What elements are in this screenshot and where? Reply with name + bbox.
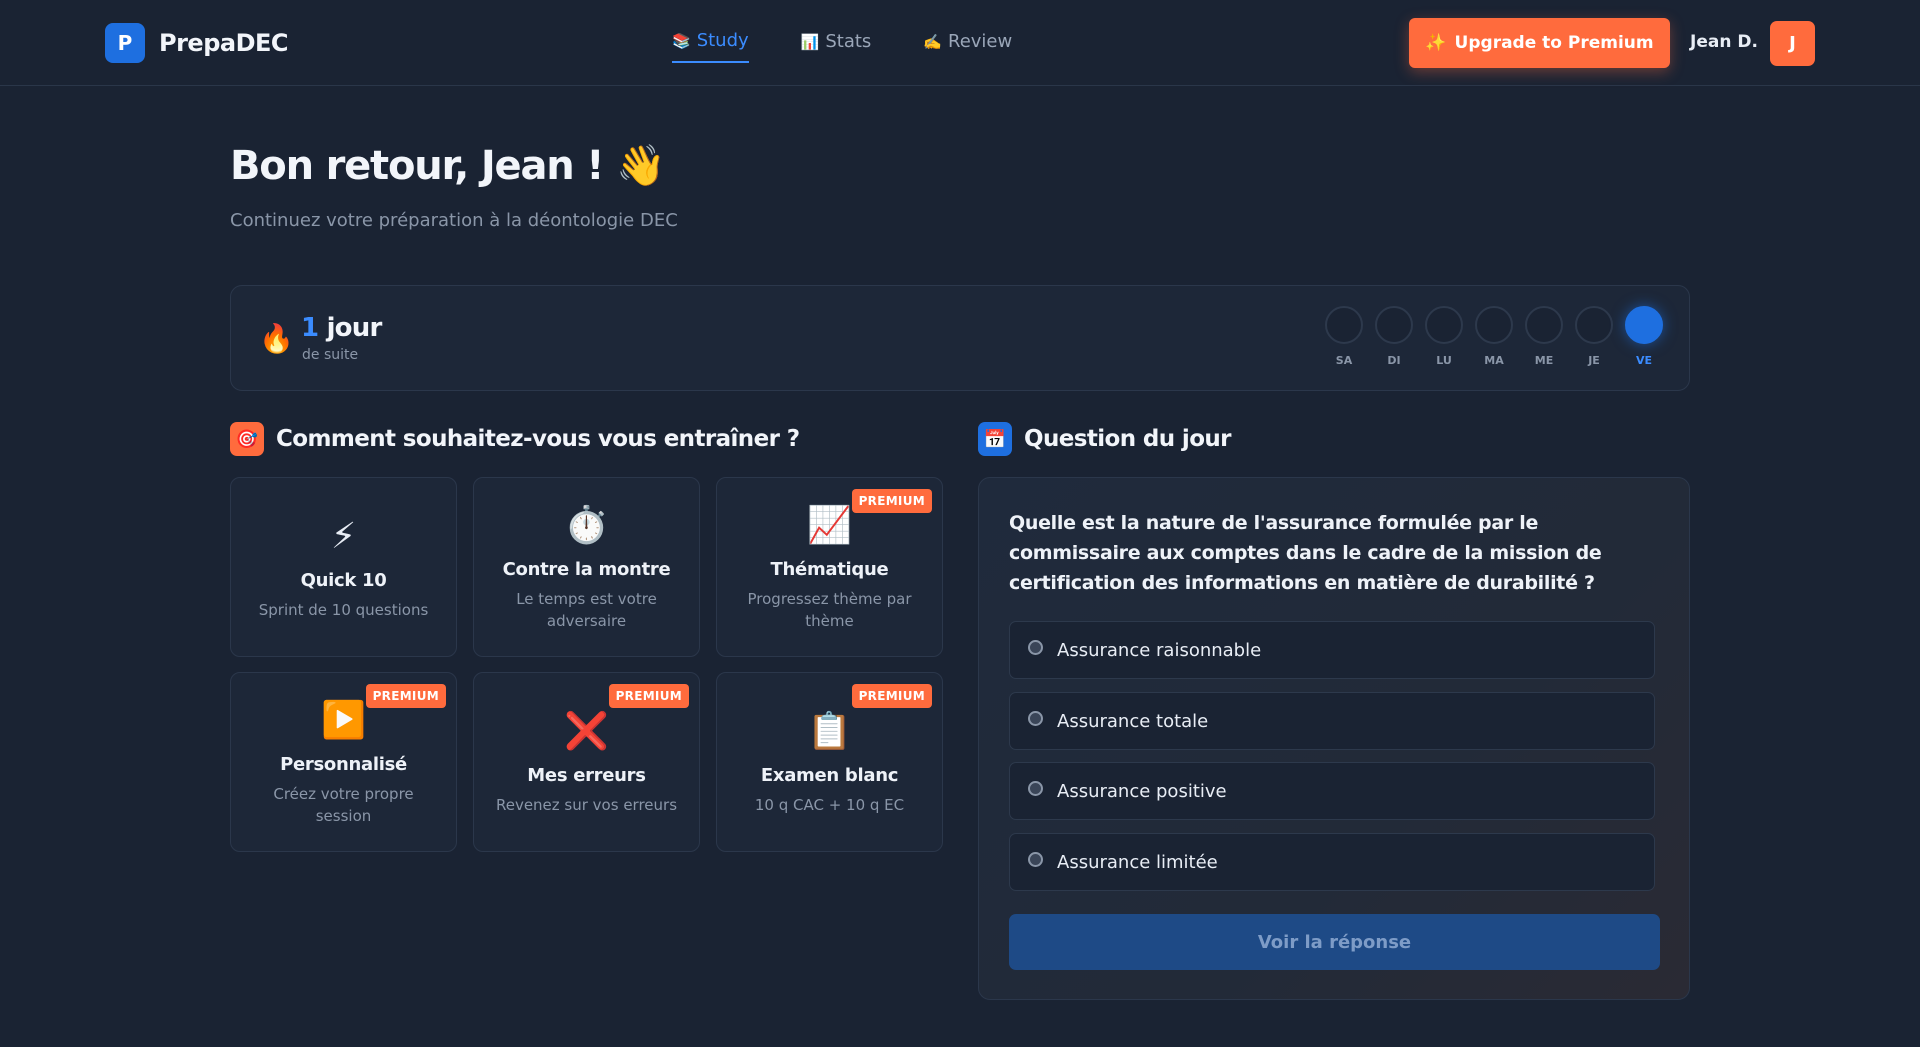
stopwatch-icon: ⏱️ [564,504,609,546]
bar-chart-icon: 📊 [800,32,820,51]
mode-description: Sprint de 10 questions [258,600,429,619]
nav-tab-label: Study [696,30,749,51]
day-label: SA [1335,354,1353,367]
premium-badge: PREMIUM [851,684,932,708]
nav-tab-study[interactable]: 📚 Study [672,30,749,63]
premium-badge: PREMIUM [851,489,932,513]
nav-tab-review[interactable]: ✍️ Review [923,30,1012,63]
question-section-header: 📅 Question du jour [978,422,1232,456]
brand[interactable]: P PrepaDEC [105,23,289,63]
answer-option[interactable]: Assurance totale [1009,692,1655,750]
nav-tab-label: Review [948,31,1013,52]
books-icon: 📚 [672,31,691,50]
play-icon: ▶️ [321,699,366,741]
question-text: Quelle est la nature de l'assurance form… [1009,512,1602,594]
day-label: JE [1588,354,1600,367]
day-wednesday: ME [1525,306,1563,367]
cross-mark-icon: ❌ [564,710,609,752]
premium-badge: PREMIUM [608,684,689,708]
answer-label: Assurance limitée [1057,852,1218,873]
day-dot [1525,306,1563,344]
mode-description: Le temps est votre adversaire [516,589,657,630]
upgrade-label: Upgrade to Premium [1454,33,1654,53]
day-label: VE [1635,354,1653,367]
training-section-header: 🎯 Comment souhaitez-vous vous entraîner … [230,422,800,456]
radio-button[interactable] [1028,852,1043,867]
day-dot [1325,306,1363,344]
day-monday: LU [1425,306,1463,367]
day-saturday: SA [1325,306,1363,367]
day-dot [1625,306,1663,344]
target-icon: 🎯 [230,422,264,456]
clipboard-icon: 📋 [807,710,852,752]
streak-number: 1 [301,313,319,343]
radio-button[interactable] [1028,640,1043,655]
page-subtitle: Continuez votre préparation à la déontol… [230,210,678,231]
mode-description: Créez votre propre session [273,784,414,825]
answer-option[interactable]: Assurance raisonnable [1009,621,1655,679]
brand-logo-icon: P [105,23,145,63]
day-thursday: JE [1575,306,1613,367]
mode-title: Thématique [770,558,889,580]
answer-label: Assurance positive [1057,781,1227,802]
streak-unit: jour [326,313,383,343]
mode-title: Mes erreurs [527,764,646,786]
top-bar: P PrepaDEC 📚 Study 📊 Stats ✍️ Review ✨ U… [0,0,1920,86]
mode-card-quick10[interactable]: ⚡ Quick 10 Sprint de 10 questions [230,477,457,657]
user-name[interactable]: Jean D. [1690,32,1758,52]
mode-description: Revenez sur vos erreurs [495,795,678,814]
day-label: MA [1484,354,1504,367]
lightning-icon: ⚡ [330,515,357,557]
nav-tab-stats[interactable]: 📊 Stats [801,30,872,63]
mode-card-thematique[interactable]: PREMIUM 📈 Thématique Progressez thème pa… [716,477,943,657]
premium-badge: PREMIUM [365,684,446,708]
radio-button[interactable] [1028,781,1043,796]
day-sunday: DI [1375,306,1413,367]
question-title: Question du jour [1024,426,1232,452]
main-nav: 📚 Study 📊 Stats ✍️ Review [672,30,1012,63]
mode-card-mes-erreurs[interactable]: PREMIUM ❌ Mes erreurs Revenez sur vos er… [473,672,700,852]
day-tuesday: MA [1475,306,1513,367]
answer-option[interactable]: Assurance positive [1009,762,1655,820]
answer-option[interactable]: Assurance limitée [1009,833,1655,891]
day-dot [1375,306,1413,344]
streak-subtitle: de suite [302,347,359,363]
mode-title: Quick 10 [300,569,387,591]
radio-button[interactable] [1028,711,1043,726]
answer-label: Assurance raisonnable [1057,640,1262,661]
upgrade-premium-button[interactable]: ✨ Upgrade to Premium [1409,18,1670,68]
mode-card-examen-blanc[interactable]: PREMIUM 📋 Examen blanc 10 q CAC + 10 q E… [716,672,943,852]
mode-card-contre-la-montre[interactable]: ⏱️ Contre la montre Le temps est votre a… [473,477,700,657]
mode-title: Personnalisé [280,753,407,775]
page-title: Bon retour, Jean ! 👋 [230,143,666,189]
day-friday-active: VE [1625,306,1663,367]
brand-name: PrepaDEC [159,29,289,57]
calendar-icon: 📅 [978,422,1012,456]
training-title: Comment souhaitez-vous vous entraîner ? [276,426,800,452]
day-dot [1475,306,1513,344]
mode-card-personnalise[interactable]: PREMIUM ▶️ Personnalisé Créez votre prop… [230,672,457,852]
writing-hand-icon: ✍️ [923,32,942,51]
mode-title: Examen blanc [760,764,899,786]
streak-card: 🔥 1 jour de suite SA DI LU MA ME JE VE [230,285,1690,391]
sparkles-icon: ✨ [1425,33,1447,53]
mode-title: Contre la montre [502,558,671,580]
chart-up-icon: 📈 [807,504,852,546]
day-label: DI [1387,354,1401,367]
answer-label: Assurance totale [1057,711,1209,732]
day-dot [1425,306,1463,344]
day-label: LU [1436,354,1452,367]
training-modes-grid: ⚡ Quick 10 Sprint de 10 questions ⏱️ Con… [230,477,943,852]
question-card: Quelle est la nature de l'assurance form… [978,477,1690,1000]
day-label: ME [1534,354,1554,367]
streak-count: 1 jour [301,313,383,343]
mode-description: Progressez thème par thème [747,589,912,630]
user-avatar[interactable]: J [1770,21,1815,66]
week-days: SA DI LU MA ME JE VE [1325,306,1663,367]
mode-description: 10 q CAC + 10 q EC [754,795,905,814]
fire-icon: 🔥 [259,322,294,355]
nav-tab-label: Stats [825,31,872,52]
show-answer-button[interactable]: Voir la réponse [1009,914,1660,970]
day-dot [1575,306,1613,344]
